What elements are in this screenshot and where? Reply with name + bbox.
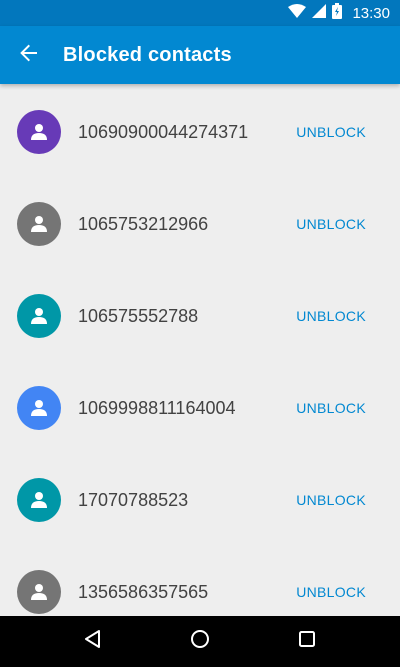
nav-back-button[interactable] bbox=[63, 616, 123, 667]
person-icon bbox=[31, 216, 47, 232]
list-item: 10690900044274371 UNBLOCK bbox=[0, 86, 400, 178]
list-item: 1065753212966 UNBLOCK bbox=[0, 178, 400, 270]
avatar bbox=[17, 386, 61, 430]
unblock-button[interactable]: UNBLOCK bbox=[296, 124, 366, 140]
list-item: 17070788523 UNBLOCK bbox=[0, 454, 400, 546]
screen: 13:30 Blocked contacts 10690900044274371… bbox=[0, 0, 400, 667]
page-title: Blocked contacts bbox=[63, 43, 232, 66]
unblock-button[interactable]: UNBLOCK bbox=[296, 216, 366, 232]
avatar bbox=[17, 202, 61, 246]
app-bar: Blocked contacts bbox=[0, 26, 400, 84]
contact-number: 1065753212966 bbox=[78, 213, 209, 234]
unblock-button[interactable]: UNBLOCK bbox=[296, 584, 366, 600]
contact-number: 106575552788 bbox=[78, 305, 199, 326]
back-button[interactable] bbox=[0, 26, 58, 84]
person-icon bbox=[31, 400, 47, 416]
avatar bbox=[17, 478, 61, 522]
list-item: 1356586357565 UNBLOCK bbox=[0, 546, 400, 616]
contact-number: 1356586357565 bbox=[78, 581, 209, 602]
unblock-button[interactable]: UNBLOCK bbox=[296, 492, 366, 508]
unblock-button[interactable]: UNBLOCK bbox=[296, 308, 366, 324]
recents-square-icon bbox=[298, 630, 316, 653]
avatar bbox=[17, 294, 61, 338]
person-icon bbox=[31, 492, 47, 508]
avatar bbox=[17, 570, 61, 614]
person-icon bbox=[31, 124, 47, 140]
status-bar: 13:30 bbox=[0, 0, 400, 26]
signal-icon bbox=[312, 3, 327, 23]
avatar bbox=[17, 110, 61, 154]
back-triangle-icon bbox=[83, 629, 103, 654]
contact-number: 1069998811164004 bbox=[78, 397, 236, 418]
person-icon bbox=[31, 308, 47, 324]
list-item: 1069998811164004 UNBLOCK bbox=[0, 362, 400, 454]
navigation-bar bbox=[0, 616, 400, 667]
wifi-icon bbox=[288, 3, 307, 23]
battery-icon bbox=[332, 2, 343, 24]
person-icon bbox=[31, 584, 47, 600]
nav-home-button[interactable] bbox=[170, 616, 230, 667]
contact-number: 10690900044274371 bbox=[78, 121, 249, 142]
list-item: 106575552788 UNBLOCK bbox=[0, 270, 400, 362]
arrow-back-icon bbox=[20, 44, 38, 67]
contact-number: 17070788523 bbox=[78, 489, 189, 510]
blocked-contacts-list: 10690900044274371 UNBLOCK 1065753212966 … bbox=[0, 84, 400, 616]
home-circle-icon bbox=[190, 629, 210, 654]
nav-recents-button[interactable] bbox=[277, 616, 337, 667]
status-icons: 13:30 bbox=[288, 2, 390, 24]
status-time: 13:30 bbox=[352, 4, 390, 22]
unblock-button[interactable]: UNBLOCK bbox=[296, 400, 366, 416]
